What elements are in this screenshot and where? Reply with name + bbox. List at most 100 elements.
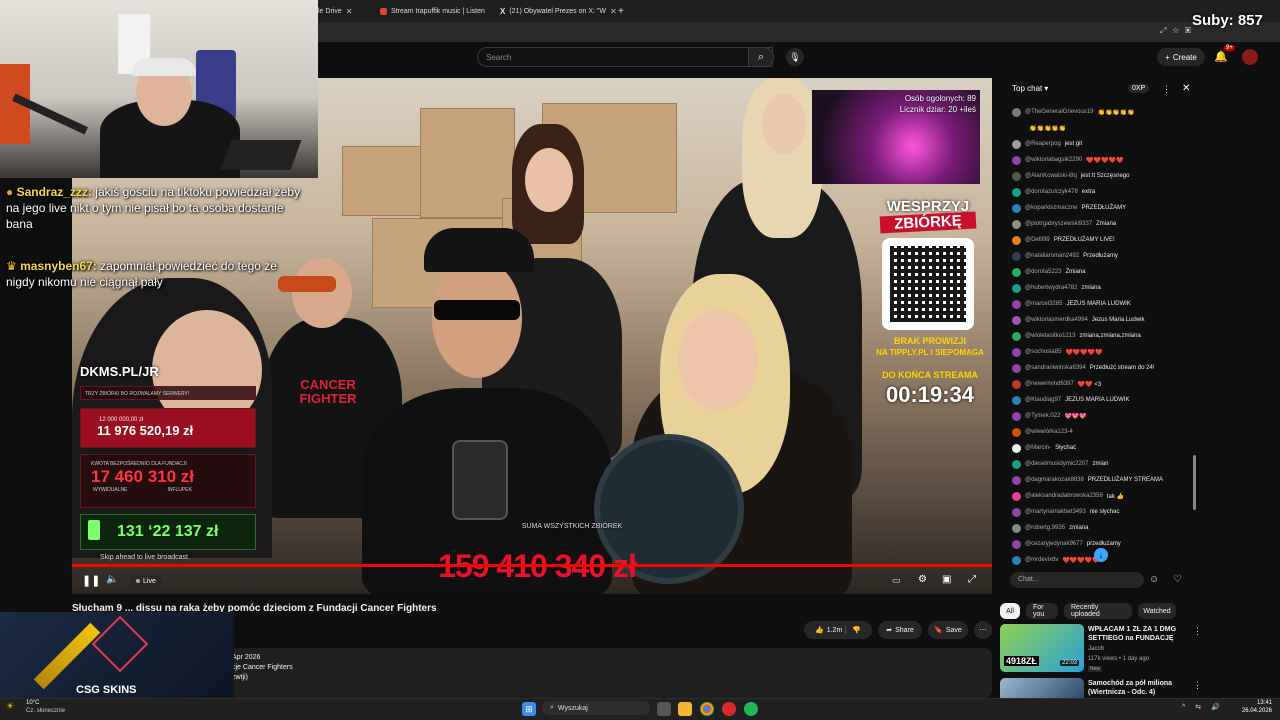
filter-chip-all[interactable]: All xyxy=(1000,603,1020,619)
filter-chip-watched[interactable]: Watched xyxy=(1138,603,1176,619)
filter-chip-for-you[interactable]: For you xyxy=(1026,603,1058,619)
chat-scrollbar[interactable] xyxy=(1193,455,1196,510)
chat-author[interactable]: @aleksandradabrowska2359 xyxy=(1025,493,1103,499)
miniplayer-icon[interactable]: ▣ xyxy=(942,574,951,585)
new-tab-button[interactable]: + xyxy=(618,2,628,20)
chat-author[interactable]: @wiktoriabagsik2290 xyxy=(1025,157,1082,163)
chat-avatar[interactable] xyxy=(1012,379,1021,389)
search-input[interactable]: Search xyxy=(477,47,773,67)
clock-time[interactable]: 13:41 xyxy=(1236,700,1272,706)
chat-avatar[interactable] xyxy=(1012,123,1021,133)
subtitles-icon[interactable]: ▭ xyxy=(892,575,901,586)
create-button[interactable]: + Create xyxy=(1157,48,1205,66)
chat-avatar[interactable] xyxy=(1012,443,1021,453)
chat-author[interactable]: @marcel3285 xyxy=(1025,301,1062,307)
chat-avatar[interactable] xyxy=(1012,155,1021,165)
chat-author[interactable]: @dagmarakozak8838 xyxy=(1025,477,1084,483)
chat-avatar[interactable] xyxy=(1012,507,1021,517)
more-actions-button[interactable]: ⋯ xyxy=(974,621,992,639)
chat-avatar[interactable] xyxy=(1012,235,1021,245)
chat-avatar[interactable] xyxy=(1012,395,1021,405)
chat-author[interactable]: @Tymek.022 xyxy=(1025,413,1060,419)
chat-avatar[interactable] xyxy=(1012,107,1021,117)
close-chat-icon[interactable]: ✕ xyxy=(1182,83,1190,94)
thumbs-down-icon[interactable]: 👎 xyxy=(845,626,861,634)
chat-avatar[interactable] xyxy=(1012,555,1021,565)
browser-tab[interactable]: X (21) Obywatel Prezes on X: "W ✕ xyxy=(500,2,616,20)
chat-avatar[interactable] xyxy=(1012,171,1021,181)
tab-close-icon[interactable]: ✕ xyxy=(346,7,353,16)
chat-avatar[interactable] xyxy=(1012,267,1021,277)
chat-avatar[interactable] xyxy=(1012,427,1021,437)
chat-author[interactable]: @wiewiórka123-4 xyxy=(1025,429,1073,435)
chat-author[interactable]: @sochosia85 xyxy=(1025,349,1061,355)
chat-author[interactable]: @dorota5223 xyxy=(1025,269,1061,275)
filter-chip-recently-uploaded[interactable]: Recently uploaded xyxy=(1064,603,1132,619)
xp-badge[interactable]: 0XP xyxy=(1128,84,1150,93)
share-button[interactable]: ➦ Share xyxy=(878,621,922,639)
chat-author[interactable]: @dieselmusidymic2207 xyxy=(1025,461,1088,467)
spotify-icon[interactable] xyxy=(744,702,758,716)
weather-temp[interactable]: 10°C xyxy=(26,700,39,706)
browser-tab[interactable]: Stream trapuffik music | Listen ✕ xyxy=(380,2,490,20)
chat-avatar[interactable] xyxy=(1012,315,1021,325)
pause-icon[interactable]: ❚❚ xyxy=(82,574,100,587)
taskbar-search[interactable]: ⌕ Wyszukaj xyxy=(542,701,650,715)
chat-avatar[interactable] xyxy=(1012,139,1021,149)
chat-author[interactable]: @nataliaroman2492 xyxy=(1025,253,1079,259)
chat-author[interactable]: @Reaperpog xyxy=(1025,141,1061,147)
notifications-bell-icon[interactable]: 🔔 xyxy=(1214,50,1228,63)
recommended-title[interactable]: WPŁACAM 1 ZŁ ZA 1 DMG SETTIEGO na FUNDACJ… xyxy=(1088,625,1188,643)
more-options-icon[interactable]: ⋮ xyxy=(1162,84,1171,95)
chat-avatar[interactable] xyxy=(1012,347,1021,357)
chat-author[interactable]: @wiktoriasmerdka4994 xyxy=(1025,317,1088,323)
fullscreen-icon[interactable]: ⤢ xyxy=(968,574,976,585)
chat-avatar[interactable] xyxy=(1012,219,1021,229)
scroll-down-icon[interactable]: ↓ xyxy=(1094,548,1108,562)
weather-icon[interactable]: ☀ xyxy=(6,701,14,712)
chat-avatar[interactable] xyxy=(1012,331,1021,341)
chat-avatar[interactable] xyxy=(1012,203,1021,213)
chat-avatar[interactable] xyxy=(1012,363,1021,373)
tab-close-icon[interactable]: ✕ xyxy=(610,7,616,16)
chat-avatar[interactable] xyxy=(1012,459,1021,469)
chat-author[interactable]: @cezaryjedynak9677 xyxy=(1025,541,1083,547)
account-avatar[interactable] xyxy=(1242,49,1258,65)
chat-author[interactable]: @dorotazulczyk478 xyxy=(1025,189,1078,195)
chrome-icon[interactable] xyxy=(700,702,714,716)
chat-author[interactable]: @TheGeneralGrievous19 xyxy=(1025,109,1093,115)
chat-avatar[interactable] xyxy=(1012,539,1021,549)
system-tray-icons[interactable]: ^ ⇆ 🔊 xyxy=(1182,703,1224,711)
chat-author[interactable]: @AlanKowalski-i8q xyxy=(1025,173,1077,179)
chat-author[interactable]: @koparkiszmaczne xyxy=(1025,205,1077,211)
live-badge[interactable]: Live xyxy=(130,575,162,587)
tab-close-icon[interactable]: ✕ xyxy=(489,7,490,16)
chat-author[interactable]: @martynamakbet3493 xyxy=(1025,509,1086,515)
browser-tab[interactable]: le Drive ✕ xyxy=(318,2,366,20)
chat-input[interactable]: Chat... xyxy=(1010,572,1144,588)
windows-start-icon[interactable]: ⊞ xyxy=(522,702,536,716)
chat-author[interactable]: @Marcin- xyxy=(1025,445,1051,451)
chat-avatar[interactable] xyxy=(1012,283,1021,293)
recommended-channel[interactable]: Jacob xyxy=(1088,646,1104,652)
more-options-icon[interactable]: ⋮ xyxy=(1193,626,1202,637)
recommended-thumbnail[interactable] xyxy=(1000,678,1084,698)
chat-author[interactable]: @newermind6397 xyxy=(1025,381,1074,387)
more-options-icon[interactable]: ⋮ xyxy=(1193,680,1202,691)
file-explorer-icon[interactable] xyxy=(678,702,692,716)
chat-avatar[interactable] xyxy=(1012,523,1021,533)
save-button[interactable]: 🔖 Save xyxy=(928,621,968,639)
chat-avatar[interactable] xyxy=(1012,187,1021,197)
chat-avatar[interactable] xyxy=(1012,251,1021,261)
top-chat-dropdown[interactable]: Top chat ▾ xyxy=(1012,84,1048,93)
volume-icon[interactable]: 🔈 xyxy=(106,574,118,585)
chat-avatar[interactable] xyxy=(1012,475,1021,485)
chat-author[interactable]: @robertg.9935 xyxy=(1025,525,1065,531)
progress-bar[interactable] xyxy=(72,564,992,567)
voice-search-button[interactable]: 🎙 xyxy=(786,48,804,66)
chat-author[interactable]: @piotrgabryszewski9337 xyxy=(1025,221,1092,227)
like-button[interactable]: 👍 1.2m 👎 xyxy=(804,621,872,639)
task-view-icon[interactable] xyxy=(657,702,671,716)
chat-avatar[interactable] xyxy=(1012,299,1021,309)
chat-author[interactable]: @hubertwydra4782 xyxy=(1025,285,1077,291)
